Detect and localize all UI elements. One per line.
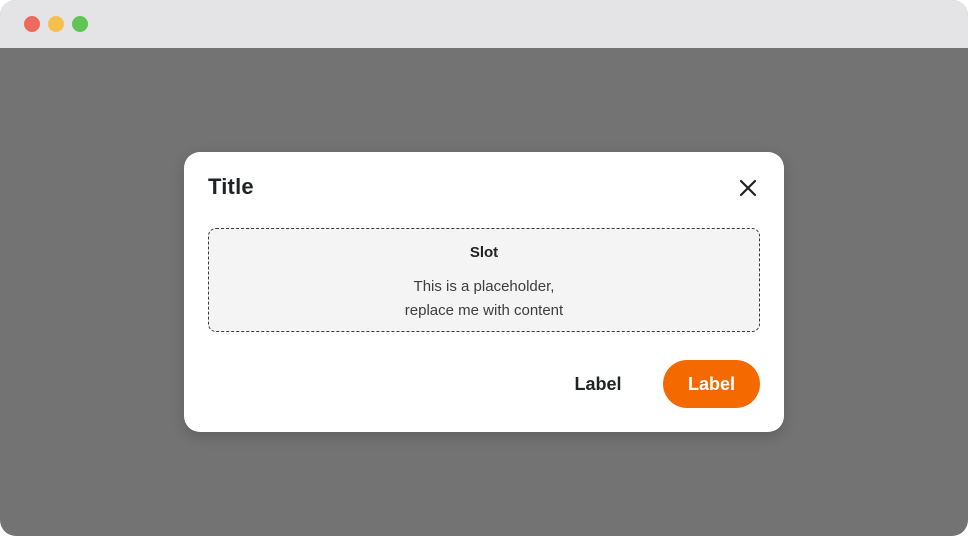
primary-button[interactable]: Label (663, 360, 760, 408)
window-maximize-dot[interactable] (72, 16, 88, 32)
modal-dialog: Title Slot This is a placeholder, replac… (184, 152, 784, 432)
window-titlebar (0, 0, 968, 48)
content-slot: Slot This is a placeholder, replace me w… (208, 228, 760, 332)
window-minimize-dot[interactable] (48, 16, 64, 32)
close-icon (739, 179, 757, 197)
slot-text-line-2: replace me with content (404, 302, 564, 319)
browser-window: Title Slot This is a placeholder, replac… (0, 0, 968, 536)
slot-title: Slot (469, 244, 499, 261)
window-close-dot[interactable] (24, 16, 40, 32)
slot-text-line-1: This is a placeholder, (413, 278, 555, 295)
secondary-button[interactable]: Label (560, 360, 636, 408)
dialog-close-button[interactable] (732, 172, 764, 204)
dialog-title: Title (208, 174, 254, 199)
slot-placeholder-text: This is a placeholder, replace me with c… (209, 275, 759, 323)
